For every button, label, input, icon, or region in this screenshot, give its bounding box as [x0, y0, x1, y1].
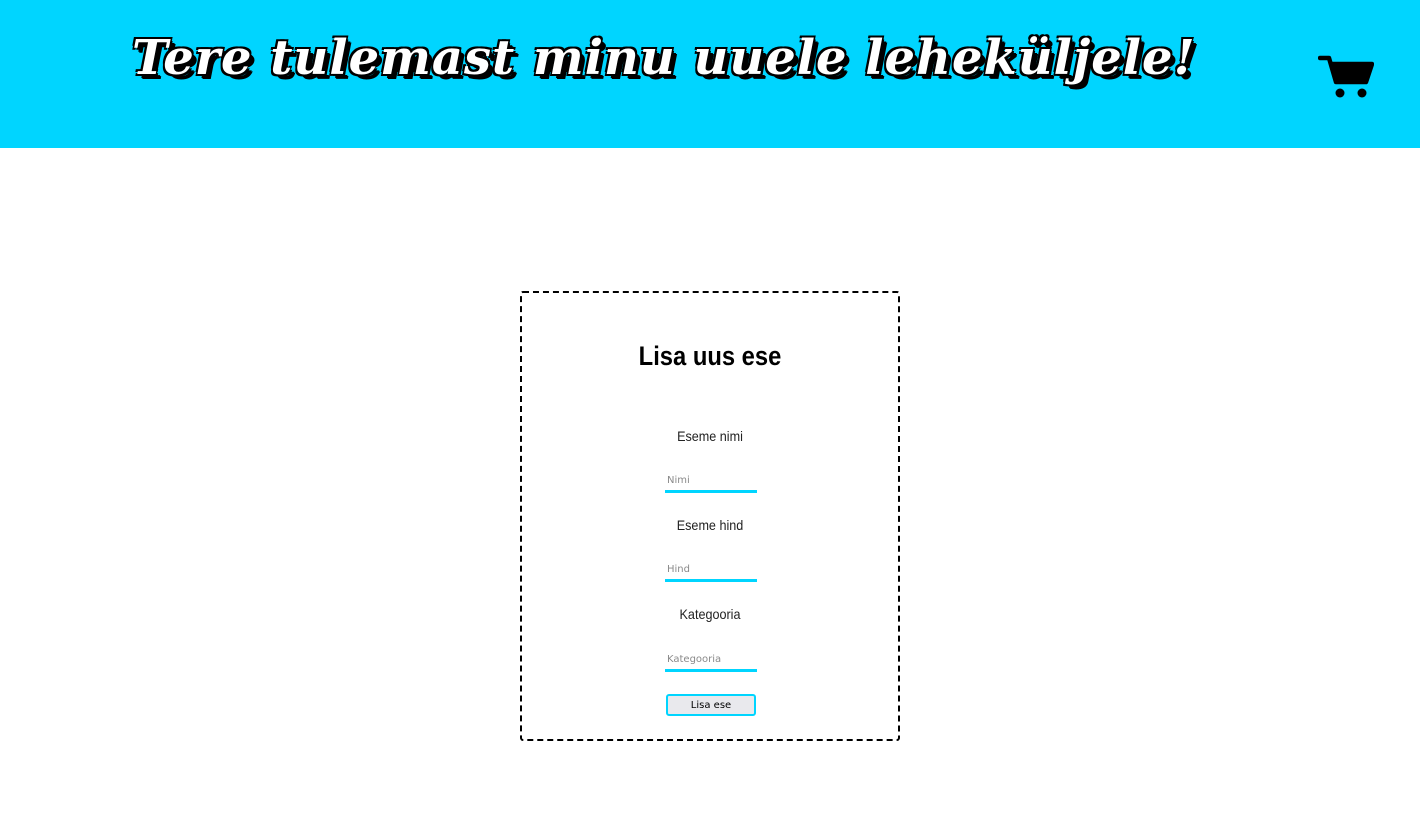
form-title: Lisa uus ese [638, 341, 782, 371]
item-price-label: Eseme hind [676, 517, 744, 533]
add-item-form: Lisa uus ese Eseme nimi Eseme hind Kateg… [520, 291, 900, 741]
site-title: Tere tulemast minu uuele leheküljele! [132, 30, 1196, 86]
item-price-input[interactable] [665, 560, 757, 582]
item-name-input[interactable] [665, 471, 757, 493]
item-category-label: Kategooria [679, 606, 741, 622]
shopping-cart-icon[interactable] [1318, 54, 1374, 100]
item-name-label: Eseme nimi [677, 428, 743, 444]
add-item-button[interactable]: Lisa ese [666, 694, 756, 716]
site-header: Tere tulemast minu uuele leheküljele! [0, 0, 1420, 148]
item-category-input[interactable] [665, 650, 757, 672]
